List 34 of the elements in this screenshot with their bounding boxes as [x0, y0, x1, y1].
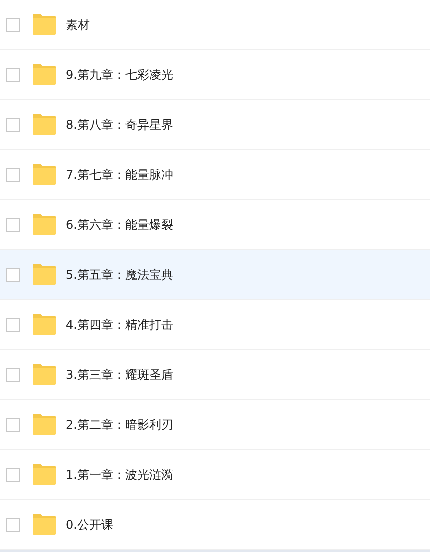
folder-name[interactable]: 4.第四章：精准打击 [66, 316, 174, 334]
checkbox[interactable] [6, 168, 20, 182]
folder-icon [33, 164, 56, 185]
checkbox[interactable] [6, 468, 20, 482]
checkbox[interactable] [6, 218, 20, 232]
folder-icon [33, 464, 56, 485]
checkbox[interactable] [6, 118, 20, 132]
folder-name[interactable]: 5.第五章：魔法宝典 [66, 266, 174, 284]
checkbox[interactable] [6, 518, 20, 532]
folder-name[interactable]: 1.第一章：波光涟漪 [66, 466, 174, 484]
folder-icon [33, 214, 56, 235]
folder-name[interactable]: 素材 [66, 16, 90, 34]
folder-name[interactable]: 8.第八章：奇异星界 [66, 116, 174, 134]
folder-icon [33, 314, 56, 335]
folder-name[interactable]: 6.第六章：能量爆裂 [66, 216, 174, 234]
folder-icon [33, 414, 56, 435]
folder-name[interactable]: 9.第九章：七彩凌光 [66, 66, 174, 84]
checkbox[interactable] [6, 68, 20, 82]
folder-name[interactable]: 7.第七章：能量脉冲 [66, 166, 174, 184]
folder-icon [33, 14, 56, 35]
folder-icon [33, 64, 56, 85]
folder-icon [33, 114, 56, 135]
folder-icon [33, 364, 56, 385]
folder-name[interactable]: 2.第二章：暗影利刃 [66, 416, 174, 434]
checkbox[interactable] [6, 18, 20, 32]
folder-name[interactable]: 3.第三章：耀斑圣盾 [66, 366, 174, 384]
file-row[interactable]: 5.第五章：魔法宝典 [0, 250, 430, 300]
checkbox[interactable] [6, 418, 20, 432]
checkbox[interactable] [6, 318, 20, 332]
checkbox[interactable] [6, 268, 20, 282]
folder-name[interactable]: 0.公开课 [66, 516, 114, 534]
folder-icon [33, 264, 56, 285]
checkbox[interactable] [6, 368, 20, 382]
folder-icon [33, 514, 56, 535]
